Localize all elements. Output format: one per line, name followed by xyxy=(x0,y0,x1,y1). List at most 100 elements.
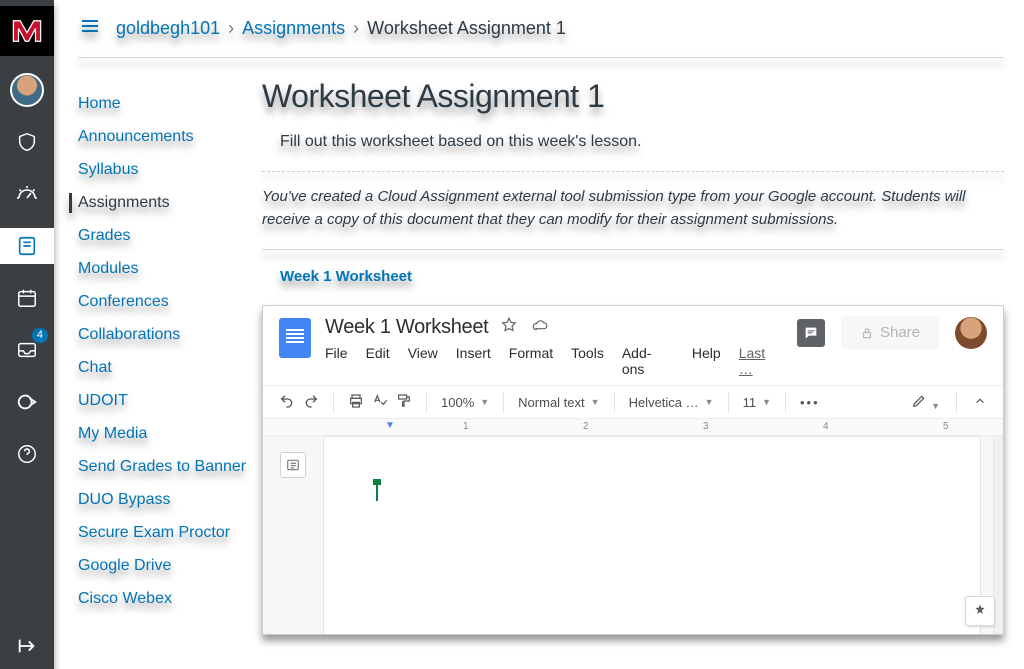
nav-mymedia[interactable]: My Media xyxy=(78,424,258,444)
institution-logo[interactable] xyxy=(0,6,54,56)
course-nav-toggle[interactable] xyxy=(78,14,102,43)
nav-announcements[interactable]: Announcements xyxy=(78,127,258,147)
nav-collaborations[interactable]: Collaborations xyxy=(78,325,258,345)
menu-tools[interactable]: Tools xyxy=(571,345,604,377)
nav-home[interactable]: Home xyxy=(78,94,258,114)
style-dropdown[interactable]: Normal text▼ xyxy=(518,395,599,410)
nav-proctor[interactable]: Secure Exam Proctor xyxy=(78,523,258,543)
print-icon xyxy=(348,393,364,409)
nav-udoit[interactable]: UDOIT xyxy=(78,391,258,411)
user-avatar[interactable] xyxy=(955,317,987,349)
arrow-collapse-icon xyxy=(16,635,38,657)
menu-format[interactable]: Format xyxy=(509,345,553,377)
page-title: Worksheet Assignment 1 xyxy=(262,78,1004,115)
cloud-icon[interactable] xyxy=(530,316,550,339)
course-nav: Home Announcements Syllabus Assignments … xyxy=(78,58,258,635)
chevron-right-icon: › xyxy=(228,18,234,39)
caret-down-icon: ▼ xyxy=(480,397,489,407)
book-icon xyxy=(16,235,38,257)
menu-addons[interactable]: Add-ons xyxy=(622,345,674,377)
outline-icon xyxy=(286,458,300,472)
global-nav-rail: 4 xyxy=(0,0,54,669)
undo-icon xyxy=(279,393,295,409)
zoom-dropdown[interactable]: 100%▼ xyxy=(441,395,489,410)
nav-modules[interactable]: Modules xyxy=(78,259,258,279)
admin-nav[interactable] xyxy=(0,124,54,160)
assignment-content: Worksheet Assignment 1 Fill out this wor… xyxy=(258,58,1004,635)
caret-down-icon: ▼ xyxy=(705,397,714,407)
dashboard-nav[interactable] xyxy=(0,176,54,212)
nav-assignments[interactable]: Assignments xyxy=(69,193,258,213)
nav-chat[interactable]: Chat xyxy=(78,358,258,378)
divider xyxy=(262,171,1004,172)
assignment-instruction: Fill out this worksheet based on this we… xyxy=(262,133,1004,151)
last-edit-link[interactable]: Last … xyxy=(739,345,783,377)
indent-marker-icon[interactable]: ▼ xyxy=(385,420,395,431)
font-dropdown[interactable]: Helvetica …▼ xyxy=(629,395,714,410)
commons-nav[interactable] xyxy=(0,384,54,420)
show-outline-button[interactable] xyxy=(280,452,306,478)
more-tools-button[interactable]: ••• xyxy=(800,395,820,410)
redo-button[interactable] xyxy=(303,393,319,412)
inbox-nav[interactable]: 4 xyxy=(0,332,54,368)
open-comments-button[interactable] xyxy=(797,319,825,347)
google-doc-embed: Week 1 Worksheet File Edit View xyxy=(262,305,1004,635)
paint-format-button[interactable] xyxy=(396,393,412,412)
separator xyxy=(728,392,729,412)
menu-file[interactable]: File xyxy=(325,345,348,377)
collapse-nav[interactable] xyxy=(0,635,54,657)
doc-title[interactable]: Week 1 Worksheet xyxy=(325,316,488,339)
caret-down-icon: ▼ xyxy=(591,397,600,407)
help-nav[interactable] xyxy=(0,436,54,472)
inbox-icon xyxy=(16,339,38,361)
account-avatar[interactable] xyxy=(0,72,54,108)
courses-nav[interactable] xyxy=(0,228,54,264)
doc-menu-bar: File Edit View Insert Format Tools Add-o… xyxy=(325,345,783,377)
hide-menus-button[interactable] xyxy=(973,394,987,411)
inbox-badge: 4 xyxy=(32,328,48,343)
share-button[interactable]: Share xyxy=(841,316,939,349)
star-icon[interactable] xyxy=(500,316,518,339)
nav-sendgrades[interactable]: Send Grades to Banner xyxy=(78,457,258,477)
editing-mode-button[interactable]: ▼ xyxy=(911,393,940,412)
caret-down-icon: ▼ xyxy=(762,397,771,407)
calendar-nav[interactable] xyxy=(0,280,54,316)
pencil-icon xyxy=(911,393,927,409)
share-label: Share xyxy=(880,324,920,341)
crumb-section[interactable]: Assignments xyxy=(242,18,345,39)
crumb-course[interactable]: goldbegh101 xyxy=(116,18,220,39)
paint-icon xyxy=(396,393,412,409)
doc-page[interactable] xyxy=(323,436,981,635)
menu-view[interactable]: View xyxy=(408,345,438,377)
docs-app-icon[interactable] xyxy=(279,318,311,358)
nav-conferences[interactable]: Conferences xyxy=(78,292,258,312)
chevron-right-icon: › xyxy=(353,18,359,39)
commons-icon xyxy=(16,391,38,413)
menu-insert[interactable]: Insert xyxy=(456,345,491,377)
menu-help[interactable]: Help xyxy=(692,345,721,377)
nav-syllabus[interactable]: Syllabus xyxy=(78,160,258,180)
explore-icon xyxy=(972,603,988,619)
nav-gdrive[interactable]: Google Drive xyxy=(78,556,258,576)
nav-duo[interactable]: DUO Bypass xyxy=(78,490,258,510)
undo-button[interactable] xyxy=(279,393,295,412)
lock-icon xyxy=(860,326,874,340)
nav-grades[interactable]: Grades xyxy=(78,226,258,246)
calendar-icon xyxy=(16,287,38,309)
menu-edit[interactable]: Edit xyxy=(366,345,390,377)
breadcrumb: goldbegh101 › Assignments › Worksheet As… xyxy=(116,18,566,39)
spellcheck-button[interactable] xyxy=(372,393,388,412)
doc-ruler[interactable]: ▼ 1 2 3 4 5 6 xyxy=(263,418,1003,436)
explore-button[interactable] xyxy=(965,596,995,626)
teacher-note: You've created a Cloud Assignment extern… xyxy=(262,186,1004,250)
speedometer-icon xyxy=(15,182,39,206)
print-button[interactable] xyxy=(348,393,364,412)
font-size-dropdown[interactable]: 11▼ xyxy=(743,395,771,410)
cloud-doc-link[interactable]: Week 1 Worksheet xyxy=(280,268,412,285)
avatar-icon xyxy=(10,73,44,107)
separator xyxy=(333,392,334,412)
shield-icon xyxy=(16,131,38,153)
spellcheck-icon xyxy=(372,393,388,409)
nav-webex[interactable]: Cisco Webex xyxy=(78,589,258,609)
doc-toolbar: 100%▼ Normal text▼ Helvetica …▼ 11▼ ••• … xyxy=(263,385,1003,418)
